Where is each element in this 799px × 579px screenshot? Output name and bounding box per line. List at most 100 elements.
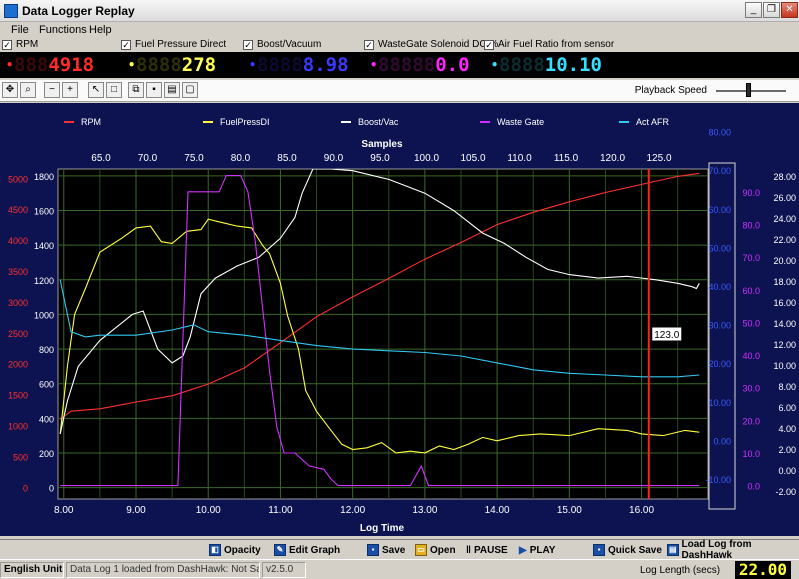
opacity-icon: ◧ [209,544,221,556]
button-label: Opacity [224,544,261,556]
boost-value: 8.98 [302,54,349,76]
button-label: PAUSE [473,544,508,556]
pause-button[interactable]: ‖ PAUSE [466,542,508,558]
legend-label: Waste Gate [497,117,544,127]
open-button[interactable]: ▭ Open [415,542,456,558]
afr-tick-label: 12.00 [773,340,796,350]
playback-speed-slider[interactable] [746,83,751,97]
channel-boost[interactable]: ✓ Boost/Vacuum [243,39,321,50]
fuel-tick-label: 400 [39,414,54,424]
quick-save-button[interactable]: ▪ Quick Save [593,542,662,558]
channel-label: WasteGate Solenoid DC % [378,39,499,50]
wastegate-tick-label: 20.0 [742,416,760,426]
channel-wastegate[interactable]: ✓ WasteGate Solenoid DC % [364,39,498,50]
boost-tick-label: 0.00 [713,436,731,446]
fuel-tick-label: 200 [39,449,54,459]
x-tick-label: 10.00 [196,505,221,516]
top-tick-label: 120.0 [600,153,625,164]
select-box-icon[interactable]: □ [106,82,122,98]
zoom-out-icon[interactable]: − [44,82,60,98]
menu-file[interactable]: File [11,24,29,36]
zoom-region-icon[interactable]: ⌕ [20,82,36,98]
pan-icon[interactable]: ✥ [2,82,18,98]
play-button[interactable]: ▶ PLAY [519,542,555,558]
boost-tick-label: -10.00 [705,475,731,485]
rpm-tick-label: 1000 [8,421,28,431]
channel-afr[interactable]: ✓ Air Fuel Ratio from sensor [484,39,614,50]
afr-icon: • [491,58,499,72]
wastegate-tick-label: 40.0 [742,351,760,361]
load-log-button[interactable]: ▤ Load Log from DashHawk [667,539,799,561]
boost-tick-label: 80.00 [708,128,731,138]
status-bar: English Units Data Log 1 loaded from Das… [0,559,799,579]
fuel-tick-label: 800 [39,345,54,355]
checkbox-icon[interactable]: ✓ [364,39,374,50]
ghost-digits: 888 [14,54,49,76]
save-button[interactable]: ▪ Save [367,542,405,558]
fuel-tick-label: 1600 [34,207,54,217]
left-axes: 0500100015002000250030003500400045005000… [8,172,54,494]
boost-tick-label: 40.00 [708,282,731,292]
afr-tick-label: 0.00 [778,466,796,476]
menu-help[interactable]: Help [89,24,112,36]
play-icon: ▶ [519,544,527,556]
plot-background[interactable] [57,168,709,500]
afr-tick-label: 10.00 [773,361,796,371]
wastegate-tick-label: 50.0 [742,318,760,328]
disk-icon: ▪ [593,544,605,556]
pause-icon: ‖ [466,544,471,556]
boost-tick-label: 30.00 [708,321,731,331]
copy-icon[interactable]: ⧉ [128,82,144,98]
checkbox-icon[interactable]: ✓ [121,39,131,50]
boost-axis-frame [708,162,736,510]
x-tick-label: 16.00 [629,505,654,516]
wastegate-tick-label: 80.0 [742,220,760,230]
opacity-button[interactable]: ◧ Opacity [209,542,261,558]
rpm-tick-label: 0 [23,483,28,493]
top-tick-label: 70.0 [138,153,158,164]
log-length-value: 22.00 [734,561,791,579]
checkbox-icon[interactable]: ✓ [2,39,12,50]
rpm-tick-label: 4000 [8,236,28,246]
wastegate-tick-label: 30.0 [742,384,760,394]
print-preview-icon[interactable]: ▢ [182,82,198,98]
afr-tick-label: 2.00 [778,445,796,455]
checkbox-icon[interactable]: ✓ [243,39,253,50]
afr-tick-label: 6.00 [778,403,796,413]
legend-label: RPM [81,117,101,127]
menu-functions[interactable]: Functions [39,24,87,36]
save-icon[interactable]: ▪ [146,82,162,98]
channel-fuel-pressure[interactable]: ✓ Fuel Pressure Direct [121,39,226,50]
afr-tick-label: 20.00 [773,256,796,266]
channel-rpm[interactable]: ✓ RPM [2,39,38,50]
wastegate-value: 0.0 [435,54,470,76]
wastegate-icon: • [370,58,378,72]
zoom-in-icon[interactable]: + [62,82,78,98]
close-button[interactable]: ✕ [781,2,798,18]
boost-tick-label: 20.00 [708,359,731,369]
minimize-button[interactable]: _ [745,2,762,18]
rpm-tick-label: 3500 [8,267,28,277]
afr-tick-label: 4.00 [778,424,796,434]
print-icon[interactable]: ▤ [164,82,180,98]
menu-bar: File Functions Help [0,22,799,38]
wastegate-tick-label: 60.0 [742,286,760,296]
chart-area[interactable]: RPM FuelPressDI Boost/Vac Waste Gate Act AFR… [0,89,799,536]
playback-speed-track[interactable] [716,90,786,92]
top-tick-label: 110.0 [507,153,532,164]
afr-tick-label: 24.00 [773,214,796,224]
channel-label: Air Fuel Ratio from sensor [498,39,615,50]
edit-icon: ✎ [274,544,286,556]
rpm-tick-label: 3000 [8,298,28,308]
restore-button[interactable]: ❐ [763,2,780,18]
boost-tick-label: 70.00 [708,166,731,176]
x-tick-label: 8.00 [54,505,74,516]
edit-graph-button[interactable]: ✎ Edit Graph [274,542,340,558]
channel-label: Boost/Vacuum [257,39,322,50]
checkbox-icon[interactable]: ✓ [484,39,494,50]
pointer-icon[interactable]: ↖ [88,82,104,98]
data-log-chart[interactable]: RPM FuelPressDI Boost/Vac Waste Gate Act AFR… [0,89,799,536]
wastegate-tick-label: 90.0 [742,188,760,198]
top-tick-label: 100.0 [414,153,439,164]
window-title: Data Logger Replay [22,4,135,18]
